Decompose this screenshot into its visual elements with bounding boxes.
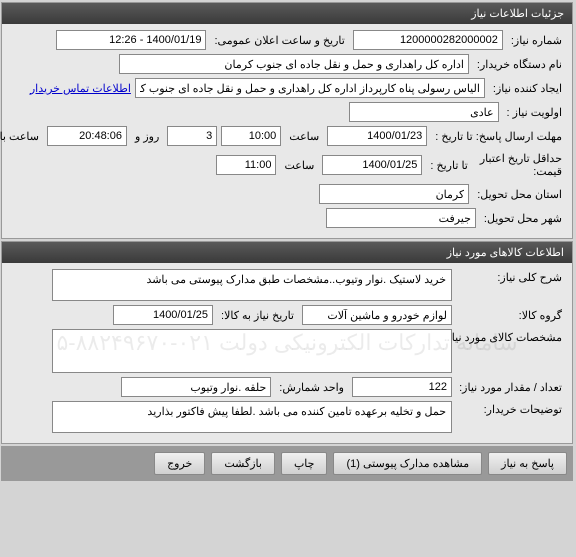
- desc-field[interactable]: [53, 269, 453, 301]
- exit-button[interactable]: خروج: [155, 452, 206, 475]
- deadline-time-field[interactable]: [222, 126, 282, 146]
- desc-label: شرح کلی نیاز:: [457, 269, 567, 286]
- min-valid-sub: تا تاریخ :: [427, 157, 472, 174]
- saat-label2: ساعت: [281, 157, 319, 174]
- creator-label: ایجاد کننده نیاز:: [490, 80, 567, 97]
- min-valid-date-field[interactable]: [323, 155, 423, 175]
- remaining-label: ساعت باقی مانده: [0, 128, 44, 145]
- need-details-panel: جزئیات اطلاعات نیاز شماره نیاز: تاریخ و …: [2, 2, 574, 239]
- panel1-header: جزئیات اطلاعات نیاز: [3, 3, 573, 24]
- need-no-field[interactable]: [354, 30, 504, 50]
- city-label: شهر محل تحویل:: [481, 210, 567, 227]
- reply-button[interactable]: پاسخ به نیاز: [489, 452, 568, 475]
- need-date-label: تاریخ نیاز به کالا:: [218, 307, 299, 324]
- ann-time-field[interactable]: [57, 30, 207, 50]
- deadline-date-field[interactable]: [328, 126, 428, 146]
- priority-label: اولویت نیاز :: [504, 104, 567, 121]
- deadline-label: مهلت ارسال پاسخ: تا تاریخ :: [432, 128, 567, 145]
- button-bar: پاسخ به نیاز مشاهده مدارک پیوستی (1) چاپ…: [2, 446, 574, 481]
- province-label: استان محل تحویل:: [474, 186, 567, 203]
- goods-info-panel: اطلاعات کالاهای مورد نیاز سامانه تدارکات…: [2, 241, 574, 444]
- qty-field[interactable]: [353, 377, 453, 397]
- notes-label: توضیحات خریدار:: [457, 401, 567, 418]
- unit-label: واحد شمارش:: [276, 379, 349, 396]
- days-and-label: روز و: [132, 128, 164, 145]
- unit-field[interactable]: [122, 377, 272, 397]
- back-button[interactable]: بازگشت: [212, 452, 276, 475]
- ann-time-label: تاریخ و ساعت اعلان عمومی:: [211, 32, 349, 49]
- min-valid-label2: قیمت:: [477, 165, 567, 180]
- group-field[interactable]: [303, 305, 453, 325]
- creator-field[interactable]: [136, 78, 486, 98]
- qty-label: تعداد / مقدار مورد نیاز:: [457, 379, 567, 396]
- province-field[interactable]: [320, 184, 470, 204]
- spec-field[interactable]: [53, 329, 453, 373]
- spec-label: مشخصات کالای مورد نیاز:: [457, 329, 567, 346]
- need-no-label: شماره نیاز:: [508, 32, 567, 49]
- remaining-field[interactable]: [48, 126, 128, 146]
- priority-field[interactable]: [350, 102, 500, 122]
- group-label: گروه کالا:: [457, 307, 567, 324]
- buyer-label: نام دستگاه خریدار:: [474, 56, 567, 73]
- saat-label1: ساعت: [286, 128, 324, 145]
- min-valid-time-field[interactable]: [217, 155, 277, 175]
- need-date-field[interactable]: [114, 305, 214, 325]
- panel2-header: اطلاعات کالاهای مورد نیاز: [3, 242, 573, 263]
- buyer-field[interactable]: [120, 54, 470, 74]
- print-button[interactable]: چاپ: [282, 452, 329, 475]
- notes-field[interactable]: [53, 401, 453, 433]
- city-field[interactable]: [327, 208, 477, 228]
- view-attachments-button[interactable]: مشاهده مدارک پیوستی (1): [334, 452, 483, 475]
- min-valid-label: حداقل تاریخ اعتبار: [477, 150, 567, 165]
- contact-link[interactable]: اطلاعات تماس خریدار: [31, 82, 132, 95]
- days-field[interactable]: [168, 126, 218, 146]
